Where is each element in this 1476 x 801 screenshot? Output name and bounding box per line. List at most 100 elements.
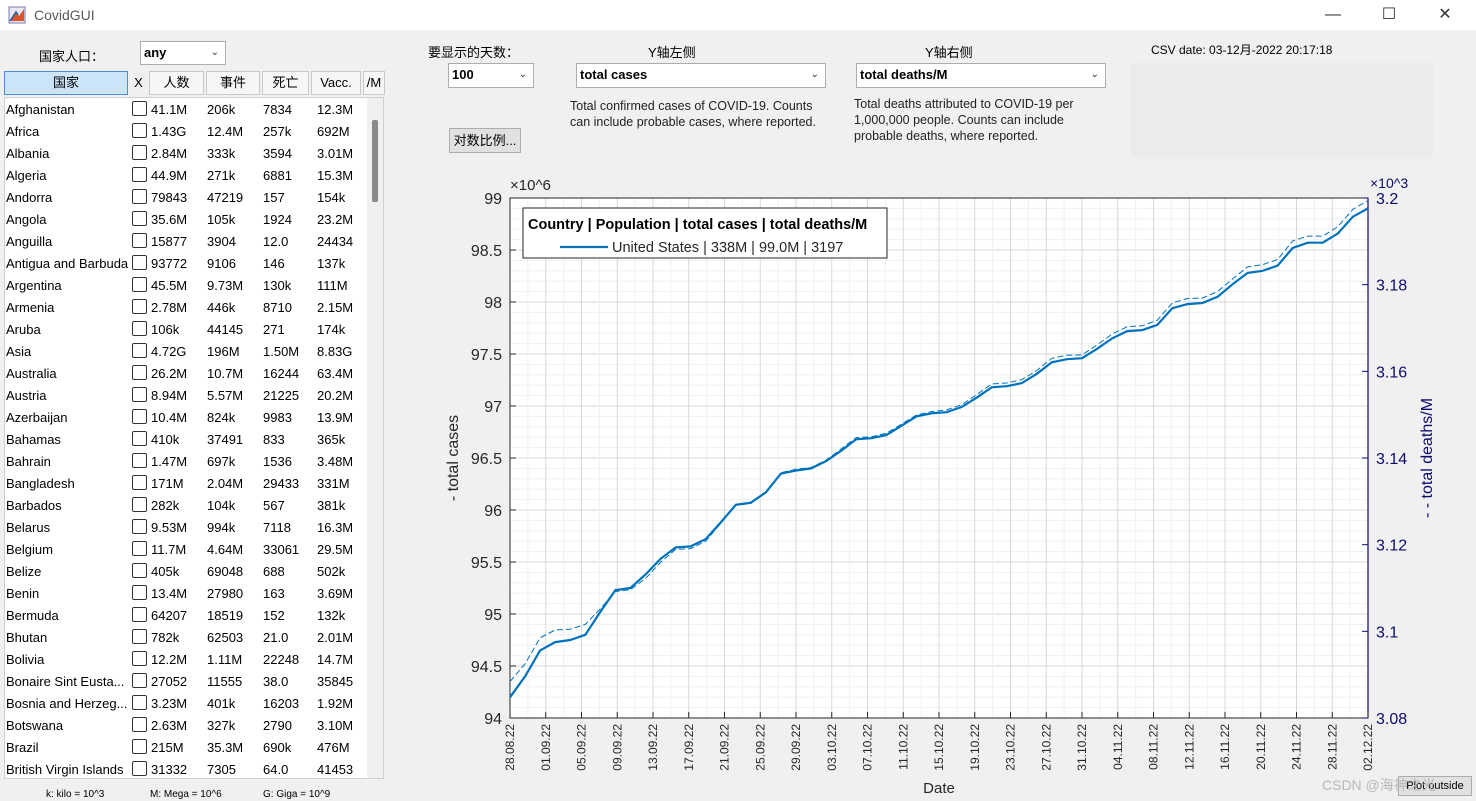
row-checkbox[interactable] — [132, 343, 147, 358]
population-cell: 31332 — [151, 762, 188, 777]
footer-mega-note: M: Mega = 10^6 — [150, 789, 222, 800]
row-checkbox[interactable] — [132, 717, 147, 732]
close-button[interactable]: ✕ — [1422, 0, 1468, 30]
table-row[interactable]: Anguilla 15877 3904 12.0 24434 — [5, 230, 367, 252]
row-checkbox[interactable] — [132, 519, 147, 534]
table-row[interactable]: Botswana 2.63M 327k 2790 3.10M — [5, 714, 367, 736]
scrollbar-thumb[interactable] — [372, 120, 378, 202]
table-row[interactable]: Armenia 2.78M 446k 8710 2.15M — [5, 296, 367, 318]
population-filter-select[interactable]: any ⌄ — [140, 41, 226, 65]
population-cell: 11.7M — [151, 542, 187, 557]
maximize-button[interactable]: ☐ — [1366, 0, 1412, 30]
table-row[interactable]: Bangladesh 171M 2.04M 29433 331M — [5, 472, 367, 494]
table-row[interactable]: Algeria 44.9M 271k 6881 15.3M — [5, 164, 367, 186]
row-checkbox[interactable] — [132, 123, 147, 138]
row-checkbox[interactable] — [132, 673, 147, 688]
column-header-country[interactable]: 国家 — [4, 71, 128, 95]
row-checkbox[interactable] — [132, 563, 147, 578]
table-row[interactable]: Belgium 11.7M 4.64M 33061 29.5M — [5, 538, 367, 560]
x-tick-label: 05.09.22 — [575, 724, 589, 771]
row-checkbox[interactable] — [132, 541, 147, 556]
column-header-x[interactable]: X — [130, 71, 147, 95]
row-checkbox[interactable] — [132, 387, 147, 402]
vaccinations-cell: 2.01M — [317, 630, 354, 645]
vaccinations-cell: 35845 — [317, 674, 354, 689]
table-row[interactable]: Bermuda 64207 18519 152 132k — [5, 604, 367, 626]
table-row[interactable]: Albania 2.84M 333k 3594 3.01M — [5, 142, 367, 164]
row-checkbox[interactable] — [132, 585, 147, 600]
column-header-cases[interactable]: 事件 — [206, 71, 260, 95]
row-checkbox[interactable] — [132, 167, 147, 182]
row-checkbox[interactable] — [132, 145, 147, 160]
cases-cell: 4.64M — [207, 542, 244, 557]
table-row[interactable]: Afghanistan 41.1M 206k 7834 12.3M — [5, 98, 367, 120]
x-tick-label: 04.11.22 — [1111, 724, 1125, 770]
table-row[interactable]: Bahamas 410k 37491 833 365k — [5, 428, 367, 450]
log-scale-button[interactable]: 对数比例... — [449, 128, 521, 153]
table-row[interactable]: Bosnia and Herzeg... 3.23M 401k 16203 1.92M — [5, 692, 367, 714]
x-tick-label: 19.10.22 — [968, 724, 982, 771]
country-cell: Bermuda — [6, 608, 59, 623]
table-row[interactable]: Austria 8.94M 5.57M 21225 20.2M — [5, 384, 367, 406]
x-tick-label: 09.09.22 — [610, 724, 624, 771]
row-checkbox[interactable] — [132, 189, 147, 204]
table-row[interactable]: Antigua and Barbuda 93772 9106 146 137k — [5, 252, 367, 274]
row-checkbox[interactable] — [132, 277, 147, 292]
info-panel — [1131, 63, 1433, 157]
row-checkbox[interactable] — [132, 299, 147, 314]
table-row[interactable]: British Virgin Islands 31332 7305 64.0 41453 — [5, 758, 367, 778]
table-row[interactable]: Bahrain 1.47M 697k 1536 3.48M — [5, 450, 367, 472]
table-row[interactable]: Angola 35.6M 105k 1924 23.2M — [5, 208, 367, 230]
row-checkbox[interactable] — [132, 739, 147, 754]
table-row[interactable]: Belize 405k 69048 688 502k — [5, 560, 367, 582]
row-checkbox[interactable] — [132, 101, 147, 116]
row-checkbox[interactable] — [132, 255, 147, 270]
deaths-cell: 163 — [263, 586, 285, 601]
covid-line-chart[interactable]: 94 94.5 95 95.5 96 96.5 97 97.5 98 98.5 99 3.08 3.1 3… — [420, 165, 1476, 795]
days-select[interactable]: 100 ⌄ — [448, 63, 534, 88]
table-scrollbar[interactable] — [367, 98, 383, 778]
table-row[interactable]: Andorra 79843 47219 157 154k — [5, 186, 367, 208]
table-row[interactable]: Benin 13.4M 27980 163 3.69M — [5, 582, 367, 604]
column-header-deaths[interactable]: 死亡 — [262, 71, 309, 95]
table-row[interactable]: Africa 1.43G 12.4M 257k 692M — [5, 120, 367, 142]
row-checkbox[interactable] — [132, 431, 147, 446]
table-row[interactable]: Bhutan 782k 62503 21.0 2.01M — [5, 626, 367, 648]
table-row[interactable]: Australia 26.2M 10.7M 16244 63.4M — [5, 362, 367, 384]
row-checkbox[interactable] — [132, 409, 147, 424]
country-cell: Bahrain — [6, 454, 51, 469]
row-checkbox[interactable] — [132, 607, 147, 622]
x-tick-label: 12.11.22 — [1182, 724, 1196, 770]
x-tick-label: 01.09.22 — [539, 724, 553, 771]
column-header-vacc[interactable]: Vacc. — [311, 71, 361, 95]
y-right-select[interactable]: total deaths/M ⌄ — [856, 63, 1106, 88]
row-checkbox[interactable] — [132, 211, 147, 226]
minimize-button[interactable]: — — [1310, 0, 1356, 30]
row-checkbox[interactable] — [132, 453, 147, 468]
table-row[interactable]: Azerbaijan 10.4M 824k 9983 13.9M — [5, 406, 367, 428]
y-left-label: Y轴左侧 — [648, 45, 696, 60]
row-checkbox[interactable] — [132, 629, 147, 644]
row-checkbox[interactable] — [132, 321, 147, 336]
table-row[interactable]: Bolivia 12.2M 1.11M 22248 14.7M — [5, 648, 367, 670]
row-checkbox[interactable] — [132, 651, 147, 666]
deaths-cell: 16203 — [263, 696, 300, 711]
per-million-toggle[interactable]: /M — [363, 71, 385, 95]
population-filter-label: 国家人口： — [39, 49, 105, 64]
row-checkbox[interactable] — [132, 695, 147, 710]
table-row[interactable]: Bonaire Sint Eusta... 27052 11555 38.0 35845 — [5, 670, 367, 692]
table-row[interactable]: Brazil 215M 35.3M 690k 476M — [5, 736, 367, 758]
row-checkbox[interactable] — [132, 497, 147, 512]
table-row[interactable]: Asia 4.72G 196M 1.50M 8.83G — [5, 340, 367, 362]
table-row[interactable]: Argentina 45.5M 9.73M 130k 111M — [5, 274, 367, 296]
row-checkbox[interactable] — [132, 761, 147, 776]
row-checkbox[interactable] — [132, 365, 147, 380]
column-header-population[interactable]: 人数 — [149, 71, 204, 95]
table-row[interactable]: Belarus 9.53M 994k 7118 16.3M — [5, 516, 367, 538]
row-checkbox[interactable] — [132, 233, 147, 248]
table-row[interactable]: Barbados 282k 104k 567 381k — [5, 494, 367, 516]
deaths-cell: 33061 — [263, 542, 300, 557]
row-checkbox[interactable] — [132, 475, 147, 490]
y-left-select[interactable]: total cases ⌄ — [576, 63, 826, 88]
table-row[interactable]: Aruba 106k 44145 271 174k — [5, 318, 367, 340]
